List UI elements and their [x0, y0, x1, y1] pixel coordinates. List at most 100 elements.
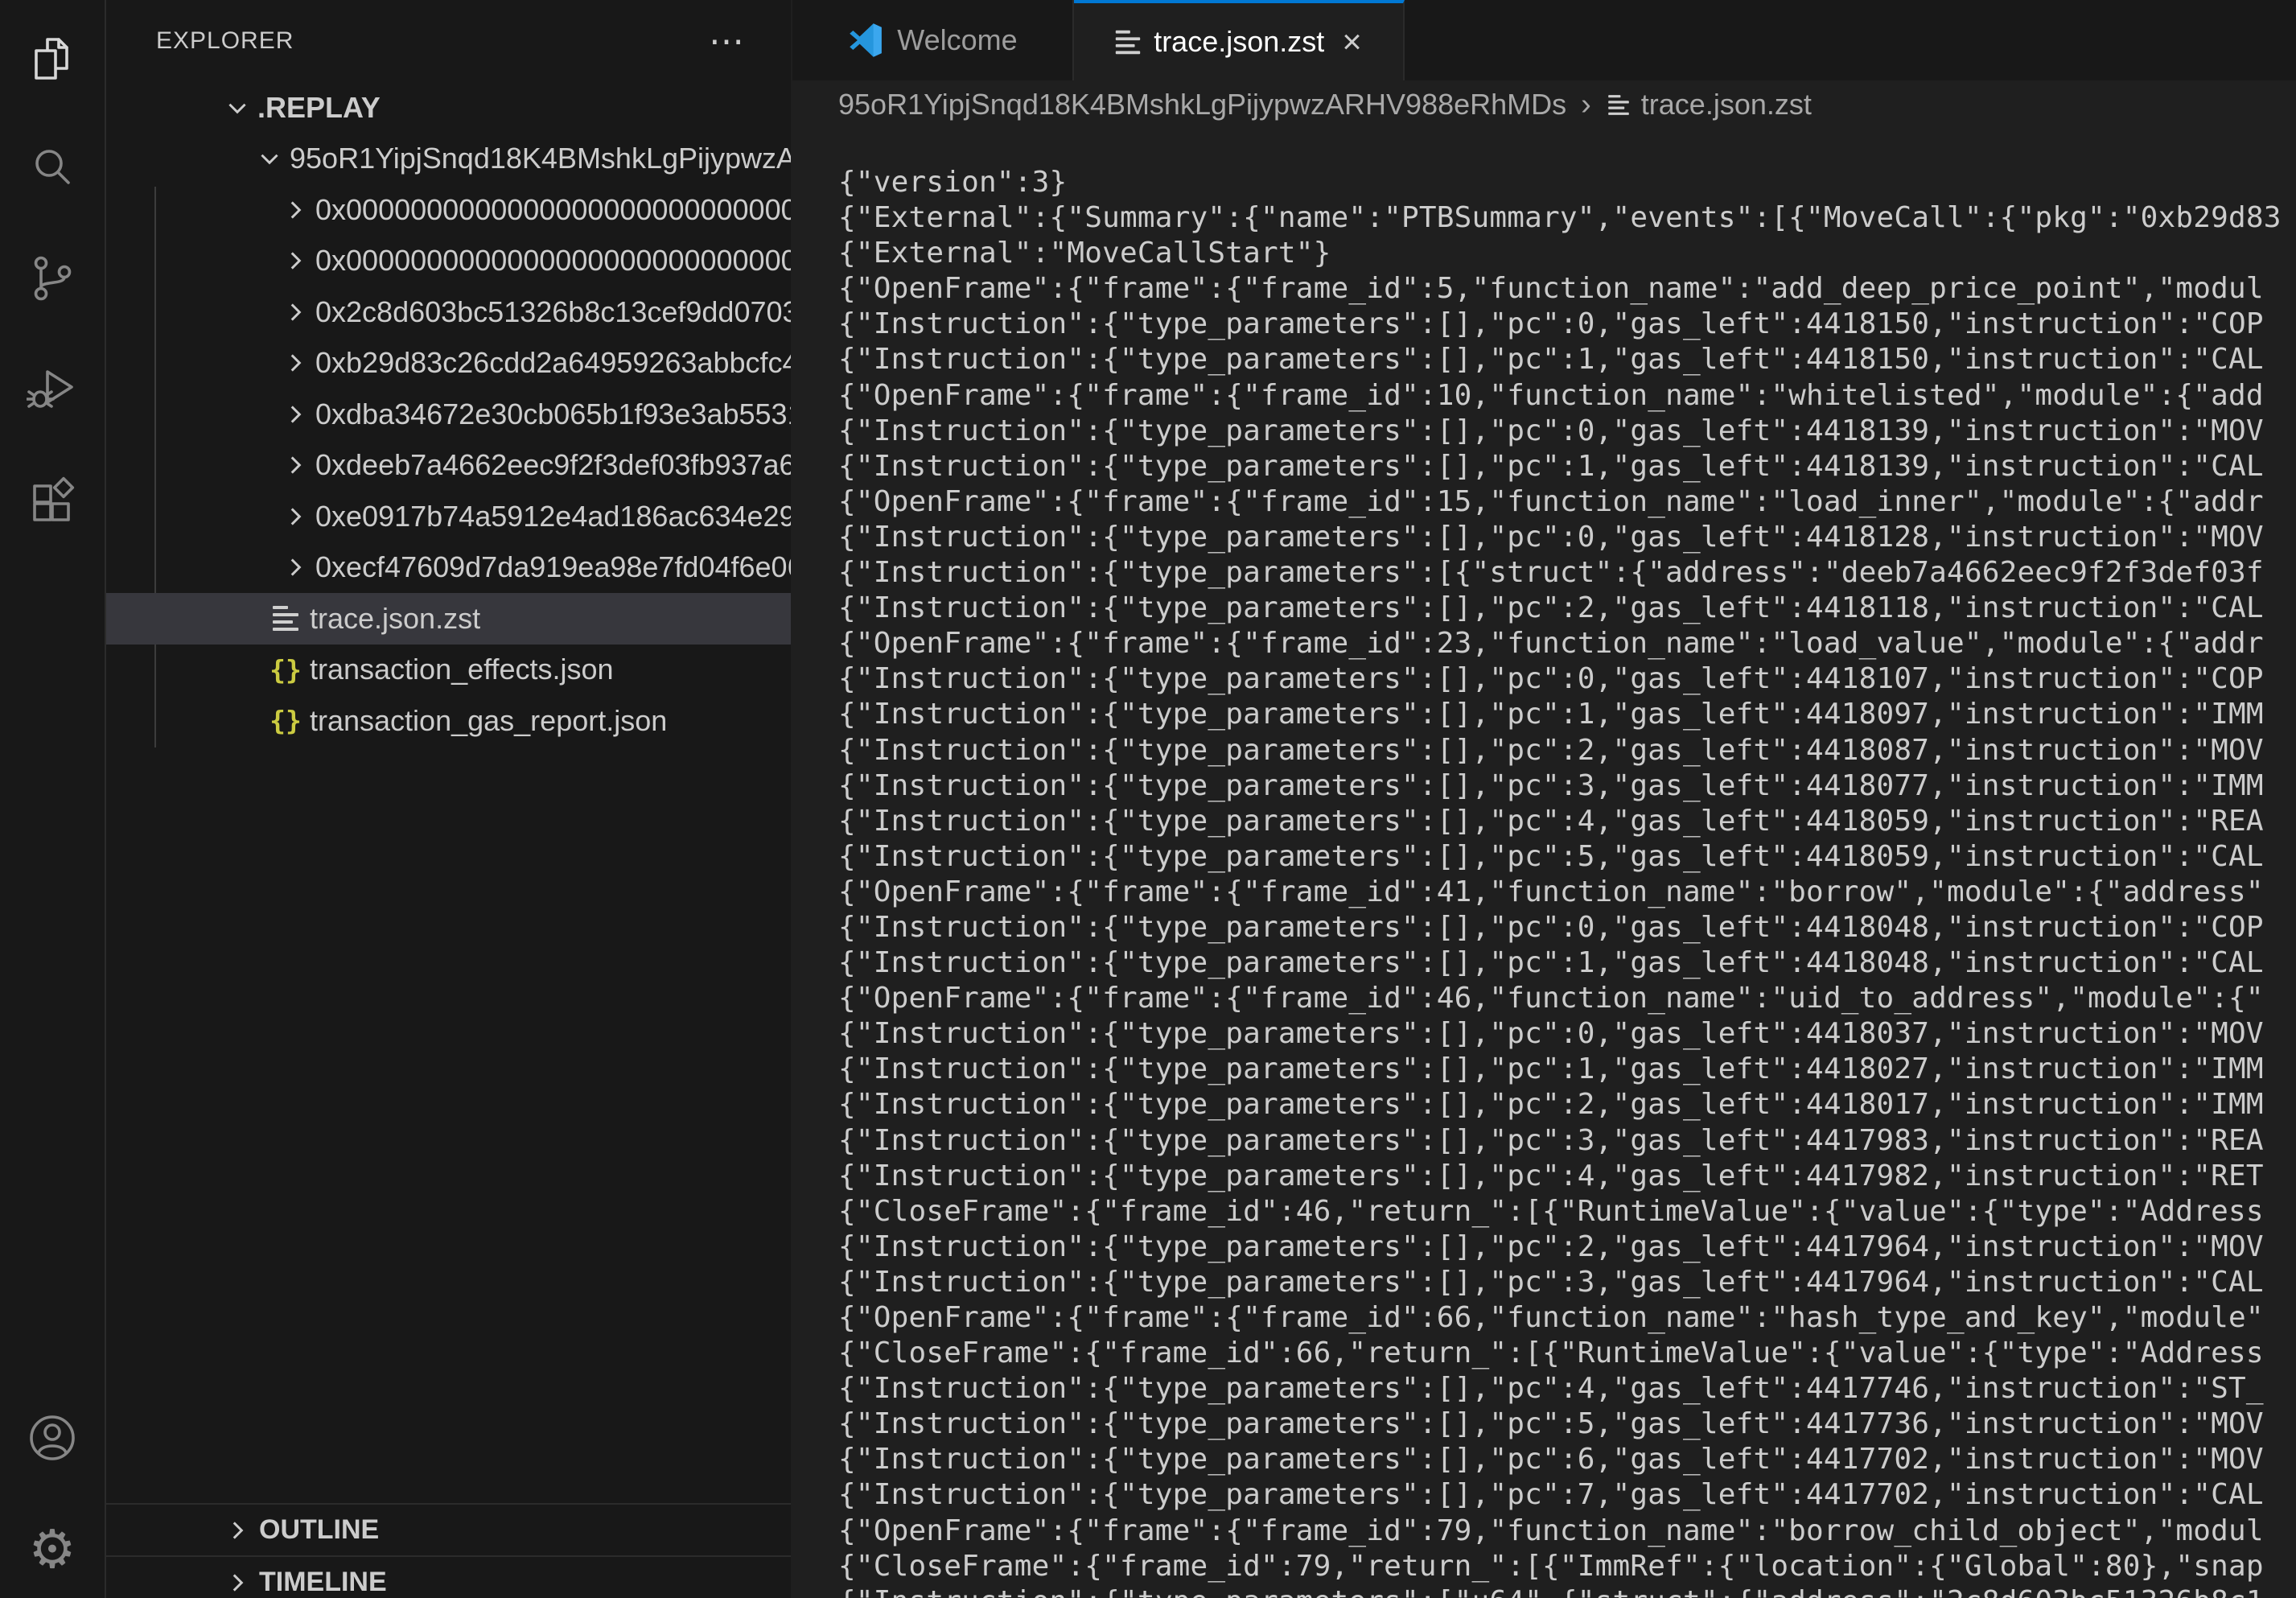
- code-line: {"Instruction":{"type_parameters":[],"pc…: [838, 342, 2296, 377]
- code-line: {"Instruction":{"type_parameters":[],"pc…: [838, 307, 2296, 342]
- chevron-right-icon: [282, 247, 309, 274]
- code-line: {"External":{"Summary":{"name":"PTBSumma…: [838, 200, 2296, 236]
- more-actions-icon[interactable]: ⋯: [709, 21, 746, 62]
- list-file-icon: [1606, 93, 1631, 117]
- code-line: {"Instruction":{"type_parameters":[],"pc…: [838, 1052, 2296, 1087]
- run-debug-icon[interactable]: [0, 348, 105, 428]
- editor-content[interactable]: {"version":3}{"External":{"Summary":{"na…: [792, 129, 2296, 1598]
- sidebar-title: EXPLORER: [156, 27, 294, 55]
- tree-item-transaction-gas-report-json[interactable]: {}transaction_gas_report.json: [106, 695, 791, 747]
- tab-welcome[interactable]: Welcome: [792, 0, 1074, 80]
- code-line: {"Instruction":{"type_parameters":[],"pc…: [838, 1371, 2296, 1406]
- source-control-icon[interactable]: [0, 238, 105, 319]
- tree-item-label: 0xe0917b74a5912e4ad186ac634e29c9…: [315, 500, 791, 533]
- code-line: {"Instruction":{"type_parameters":[],"pc…: [838, 945, 2296, 981]
- file-tree: .REPLAY 95oR1YipjSnqd18K4BMshkLgPijypwzAR…: [106, 82, 791, 747]
- code-line: {"CloseFrame":{"frame_id":46,"return_":[…: [838, 1194, 2296, 1229]
- json-icon: {}: [271, 657, 300, 683]
- tree-item-0x2c8d603bc51326b8c13cef9dd07031[interactable]: 0x2c8d603bc51326b8c13cef9dd07031…: [106, 286, 791, 338]
- chevron-right-icon: [282, 503, 309, 530]
- tree-item-label: 0xdeeb7a4662eec9f2f3def03fb937a66…: [315, 448, 791, 482]
- chevron-down-icon: [256, 145, 283, 172]
- code-line: {"OpenFrame":{"frame":{"frame_id":41,"fu…: [838, 875, 2296, 910]
- code-line: {"Instruction":{"type_parameters":[],"pc…: [838, 1442, 2296, 1477]
- code-line: {"OpenFrame":{"frame":{"frame_id":79,"fu…: [838, 1514, 2296, 1549]
- breadcrumb-folder[interactable]: 95oR1YipjSnqd18K4BMshkLgPijypwzARHV988eR…: [838, 88, 1566, 121]
- tab-label: Welcome: [897, 23, 1017, 57]
- code-line: {"Instruction":{"type_parameters":[{"str…: [838, 555, 2296, 591]
- code-line: {"Instruction":{"type_parameters":[],"pc…: [838, 910, 2296, 945]
- tree-item-trace-json-zst[interactable]: trace.json.zst: [106, 593, 791, 645]
- close-icon[interactable]: ×: [1342, 25, 1362, 59]
- breadcrumb-file[interactable]: trace.json.zst: [1641, 88, 1812, 121]
- list-file-icon: [1115, 30, 1141, 55]
- tree-item-label: 95oR1YipjSnqd18K4BMshkLgPijypwzARH…: [290, 142, 791, 175]
- explorer-files-icon[interactable]: [0, 19, 105, 99]
- code-line: {"Instruction":{"type_parameters":[],"pc…: [838, 591, 2296, 626]
- tab-label: trace.json.zst: [1154, 25, 1324, 59]
- search-icon[interactable]: [0, 128, 105, 208]
- code-line: {"OpenFrame":{"frame":{"frame_id":15,"fu…: [838, 484, 2296, 520]
- code-line: {"Instruction":{"type_parameters":[],"pc…: [838, 1265, 2296, 1300]
- breadcrumb: 95oR1YipjSnqd18K4BMshkLgPijypwzARHV988eR…: [792, 80, 2296, 129]
- code-line: {"Instruction":{"type_parameters":[],"pc…: [838, 804, 2296, 839]
- chevron-down-icon: [224, 94, 251, 121]
- code-line: {"version":3}: [838, 165, 2296, 200]
- extensions-icon[interactable]: [0, 462, 105, 542]
- code-line: {"Instruction":{"type_parameters":[],"pc…: [838, 768, 2296, 804]
- tree-item-0xdeeb7a4662eec9f2f3def03fb937a66[interactable]: 0xdeeb7a4662eec9f2f3def03fb937a66…: [106, 440, 791, 492]
- tree-item-label: .REPLAY: [257, 91, 381, 125]
- tree-item-replay[interactable]: .REPLAY: [106, 82, 791, 134]
- code-line: {"Instruction":{"type_parameters":[],"pc…: [838, 697, 2296, 732]
- editor-area: Welcome trace.json.zst × 95oR1YipjSnqd18…: [792, 0, 2296, 1598]
- settings-gear-icon[interactable]: ⚙: [0, 1509, 105, 1589]
- chevron-right-icon: [282, 554, 309, 581]
- chevron-right-icon: [282, 349, 309, 377]
- code-line: {"Instruction":{"type_parameters":[],"pc…: [838, 1159, 2296, 1194]
- code-line: {"Instruction":{"type_parameters":[],"pc…: [838, 733, 2296, 768]
- code-line: {"Instruction":{"type_parameters":[],"pc…: [838, 414, 2296, 449]
- chevron-right-icon: [282, 299, 309, 326]
- section-label: OUTLINE: [259, 1514, 379, 1546]
- chevron-right-icon: [224, 1569, 251, 1596]
- code-line: {"OpenFrame":{"frame":{"frame_id":66,"fu…: [838, 1300, 2296, 1336]
- tree-item-label: transaction_effects.json: [310, 653, 614, 686]
- tree-item-label: 0x2c8d603bc51326b8c13cef9dd07031…: [315, 295, 791, 329]
- section-label: TIMELINE: [259, 1567, 387, 1598]
- vscode-logo-icon: [847, 22, 884, 59]
- tree-item-transaction-effects-json[interactable]: {} transaction_effects.json: [106, 645, 791, 696]
- sidebar-sections: OUTLINE TIMELINE: [106, 1503, 791, 1598]
- tree-item-label: 0xb29d83c26cdd2a64959263abbcfc4…: [315, 346, 791, 380]
- account-icon[interactable]: [0, 1398, 105, 1478]
- vscode-window: ⚙ EXPLORER ⋯ .REPLAY 95oR1YipjSnqd18K4BMs…: [0, 0, 2296, 1598]
- tree-item-label: 0xdba34672e30cb065b1f93e3ab55318…: [315, 397, 791, 431]
- activity-bar: ⚙: [0, 0, 106, 1598]
- tree-item-0xe0917b74a5912e4ad186ac634e29c9[interactable]: 0xe0917b74a5912e4ad186ac634e29c9…: [106, 491, 791, 542]
- code-line: {"Instruction":{"type_parameters":[],"pc…: [838, 1477, 2296, 1513]
- tab-trace-json-zst[interactable]: trace.json.zst ×: [1074, 0, 1405, 80]
- tree-item-95or1yipjsnqd18k4bmshklgpijypwzarh[interactable]: 95oR1YipjSnqd18K4BMshkLgPijypwzARH…: [106, 134, 791, 185]
- code-line: {"OpenFrame":{"frame":{"frame_id":5,"fun…: [838, 271, 2296, 307]
- tree-item-0x000000000000000000000000000000[interactable]: 0x000000000000000000000000000000…: [106, 236, 791, 287]
- list-file-icon: [271, 606, 300, 631]
- code-line: {"Instruction":{"type_parameters":[],"pc…: [838, 520, 2296, 555]
- outline-section-header[interactable]: OUTLINE: [106, 1503, 791, 1555]
- timeline-section-header[interactable]: TIMELINE: [106, 1555, 791, 1598]
- code-line: {"CloseFrame":{"frame_id":79,"return_":[…: [838, 1549, 2296, 1584]
- tree-item-label: 0xecf47609d7da919ea98e7fd04f6e06…: [315, 550, 791, 584]
- chevron-right-icon: [282, 196, 309, 224]
- code-line: {"Instruction":{"type_parameters":["u64"…: [838, 1584, 2296, 1598]
- tree-item-0xdba34672e30cb065b1f93e3ab55318[interactable]: 0xdba34672e30cb065b1f93e3ab55318…: [106, 389, 791, 440]
- tree-item-0x000000000000000000000000000000[interactable]: 0x000000000000000000000000000000…: [106, 184, 791, 236]
- gear-glyph: ⚙: [28, 1522, 76, 1575]
- code-line: {"Instruction":{"type_parameters":[],"pc…: [838, 839, 2296, 875]
- chevron-right-icon: [224, 1517, 251, 1544]
- tree-item-0xb29d83c26cdd2a64959263abbcfc4[interactable]: 0xb29d83c26cdd2a64959263abbcfc4…: [106, 338, 791, 389]
- tree-item-0xecf47609d7da919ea98e7fd04f6e06[interactable]: 0xecf47609d7da919ea98e7fd04f6e06…: [106, 542, 791, 594]
- tree-item-label: 0x000000000000000000000000000000…: [315, 193, 791, 227]
- code-line: {"CloseFrame":{"frame_id":66,"return_":[…: [838, 1336, 2296, 1371]
- code-line: {"Instruction":{"type_parameters":[],"pc…: [838, 1229, 2296, 1265]
- code-line: {"OpenFrame":{"frame":{"frame_id":23,"fu…: [838, 626, 2296, 661]
- tree-item-label: trace.json.zst: [310, 602, 480, 636]
- code-line: {"External":"MoveCallStart"}: [838, 236, 2296, 271]
